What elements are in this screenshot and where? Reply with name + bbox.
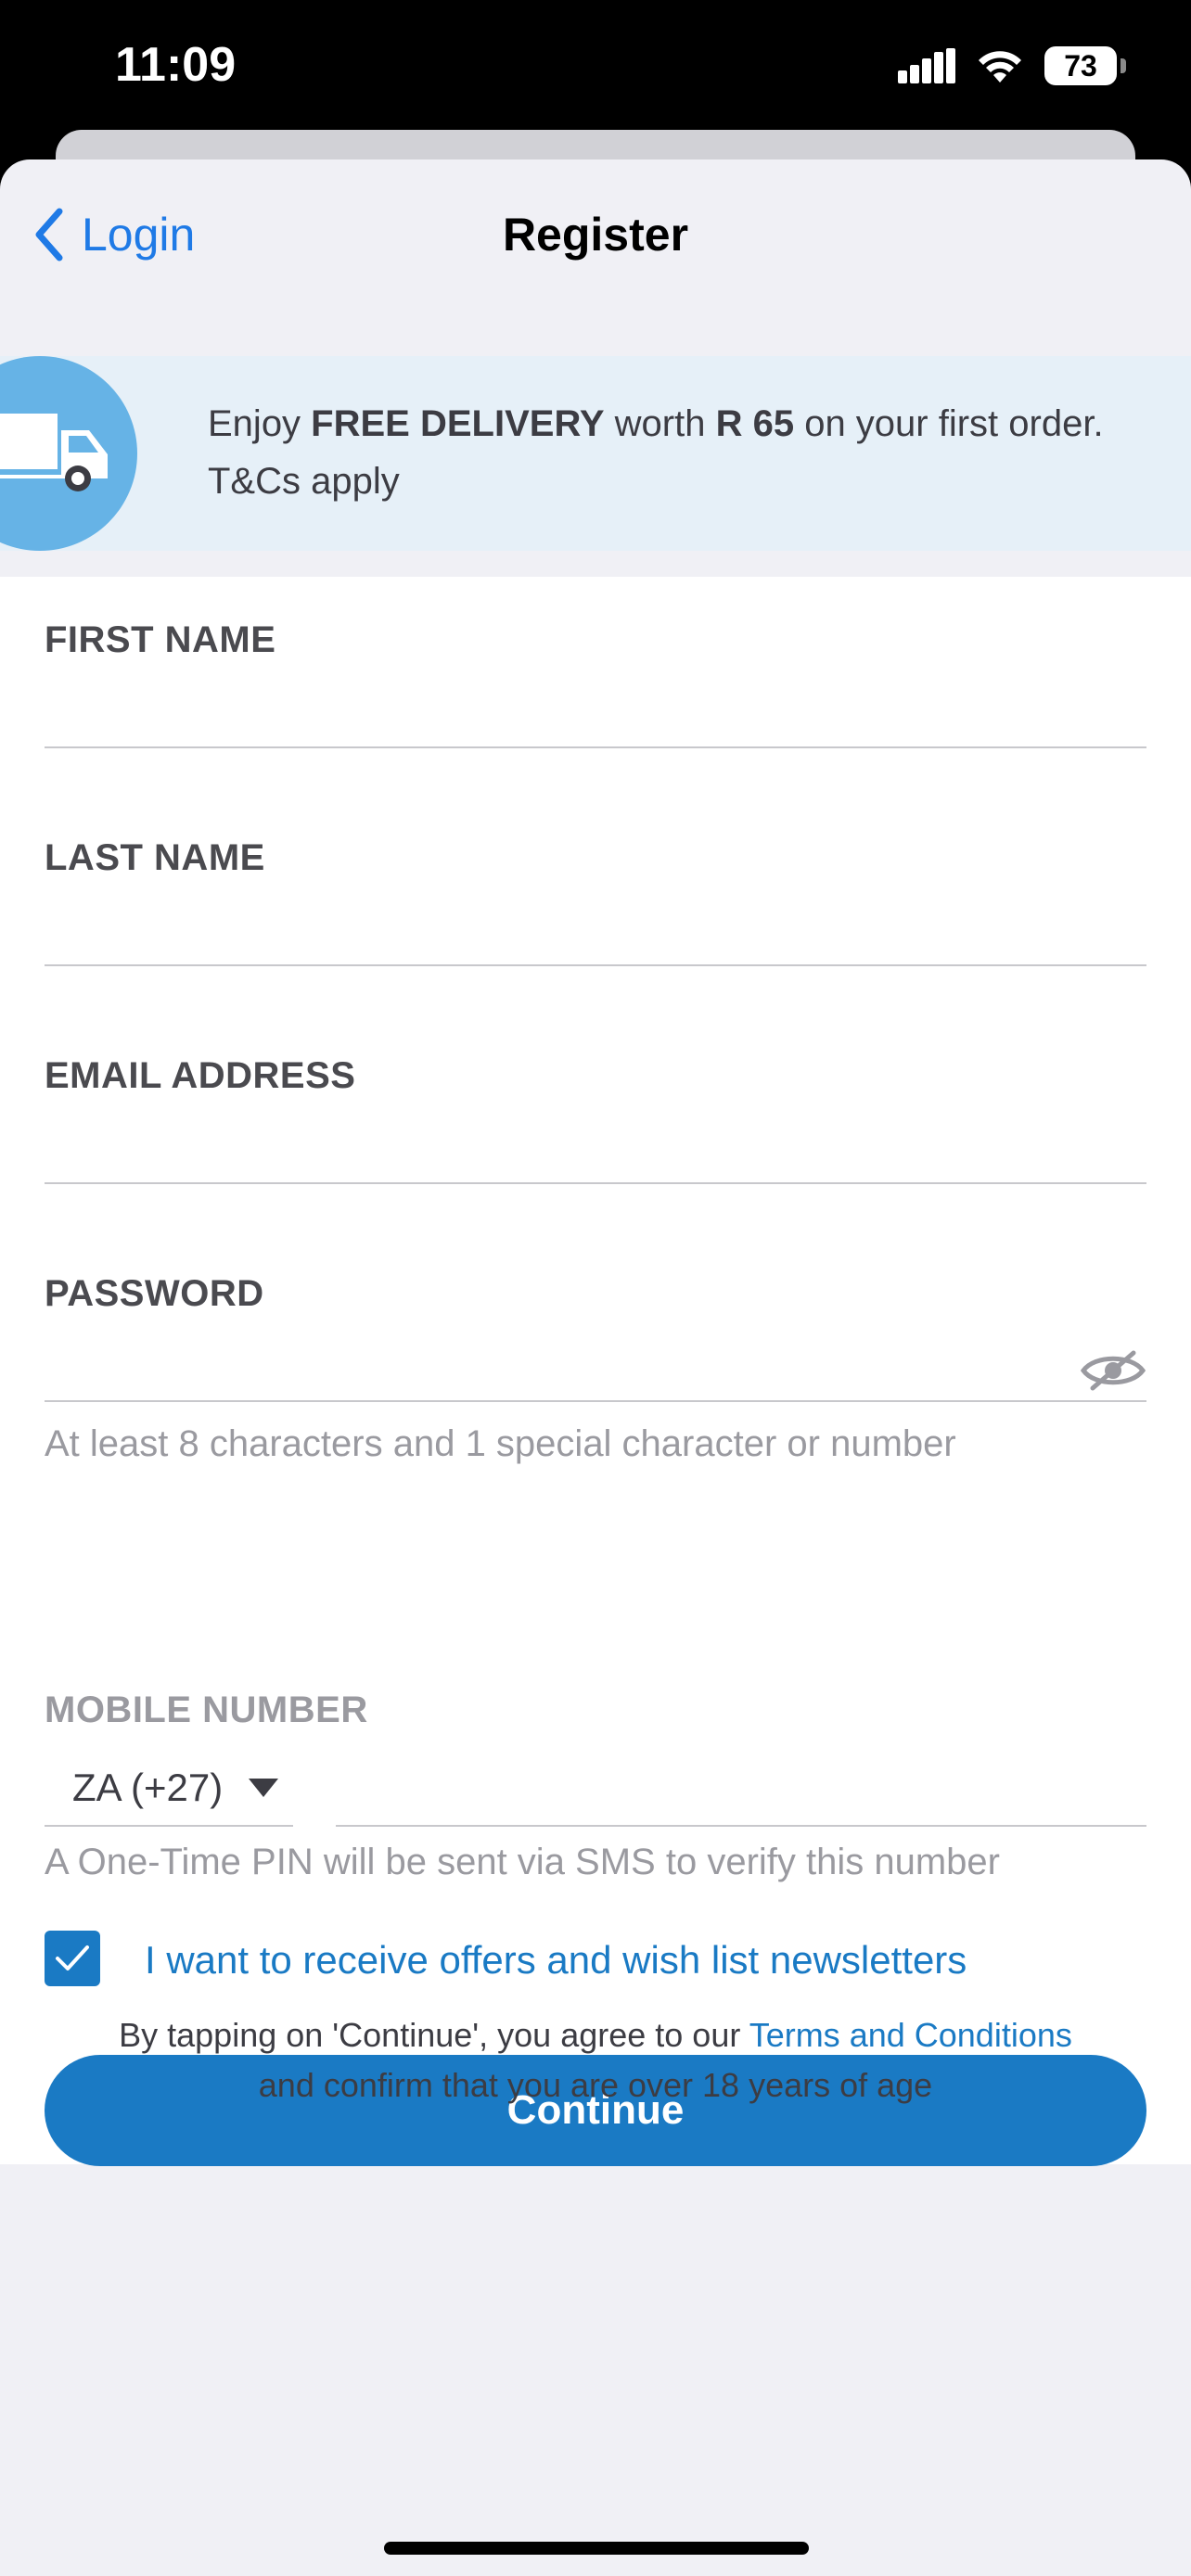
terms-link[interactable]: Terms and Conditions <box>749 2016 1072 2054</box>
password-hint: At least 8 characters and 1 special char… <box>45 1423 956 1464</box>
registration-form: FIRST NAME LAST NAME EMAIL ADDRESS PASSW… <box>0 577 1191 2166</box>
page-title: Register <box>502 209 689 261</box>
legal-suffix: and confirm that you are over 18 years o… <box>258 2066 933 2104</box>
email-underline <box>45 1182 1146 1184</box>
email-label: EMAIL ADDRESS <box>45 1055 356 1096</box>
mobile-number-label: MOBILE NUMBER <box>45 1690 368 1730</box>
wifi-icon <box>979 51 1021 83</box>
email-input[interactable] <box>45 1115 1072 1181</box>
first-name-field: FIRST NAME <box>45 619 1146 749</box>
promo-text-middle: worth <box>604 403 716 444</box>
promo-highlight: FREE DELIVERY <box>311 403 605 444</box>
last-name-label: LAST NAME <box>45 837 265 878</box>
mobile-number-input[interactable] <box>336 1760 1150 1827</box>
first-name-input[interactable] <box>45 679 1072 746</box>
cellular-signal-icon <box>898 48 955 83</box>
last-name-input[interactable] <box>45 897 1072 963</box>
country-code-value: ZA (+27) <box>72 1766 224 1809</box>
status-bar: 11:09 73 <box>0 0 1191 139</box>
first-name-label: FIRST NAME <box>45 619 276 660</box>
country-code-select[interactable]: ZA (+27) <box>72 1766 279 1810</box>
home-indicator <box>384 2542 809 2555</box>
country-code-underline <box>45 1825 293 1827</box>
legal-prefix: By tapping on 'Continue', you agree to o… <box>119 2016 749 2054</box>
navigation-bar: Login Register <box>0 159 1191 356</box>
last-name-underline <box>45 964 1146 966</box>
mobile-number-underline <box>336 1825 1146 1827</box>
mobile-hint: A One-Time PIN will be sent via SMS to v… <box>45 1842 1000 1882</box>
newsletter-checkbox[interactable] <box>45 1931 100 1986</box>
dropdown-arrow-icon <box>249 1779 279 1797</box>
password-label: PASSWORD <box>45 1273 264 1314</box>
password-input[interactable] <box>45 1333 1072 1399</box>
checkmark-icon <box>56 1945 89 1970</box>
status-time: 11:09 <box>115 38 237 92</box>
status-icons: 73 <box>898 46 1126 85</box>
hide-password-icon[interactable] <box>1080 1349 1146 1392</box>
free-delivery-banner: Enjoy FREE DELIVERY worth R 65 on your f… <box>0 356 1191 551</box>
delivery-truck-icon <box>0 414 108 491</box>
battery-indicator: 73 <box>1044 46 1126 85</box>
newsletter-label[interactable]: I want to receive offers and wish list n… <box>145 1938 967 1983</box>
legal-notice: By tapping on 'Continue', you agree to o… <box>0 2010 1191 2111</box>
password-underline <box>45 1400 1146 1402</box>
password-field: PASSWORD At least 8 characters and 1 spe… <box>45 1273 1146 1464</box>
promo-text-prefix: Enjoy <box>208 403 312 444</box>
promo-text: Enjoy FREE DELIVERY worth R 65 on your f… <box>208 395 1135 510</box>
last-name-field: LAST NAME <box>45 837 1146 967</box>
promo-amount: R 65 <box>715 403 795 444</box>
first-name-underline <box>45 746 1146 748</box>
email-field: EMAIL ADDRESS <box>45 1055 1146 1185</box>
register-sheet: Login Register Enjoy FREE DELIVERY worth… <box>0 159 1191 2576</box>
